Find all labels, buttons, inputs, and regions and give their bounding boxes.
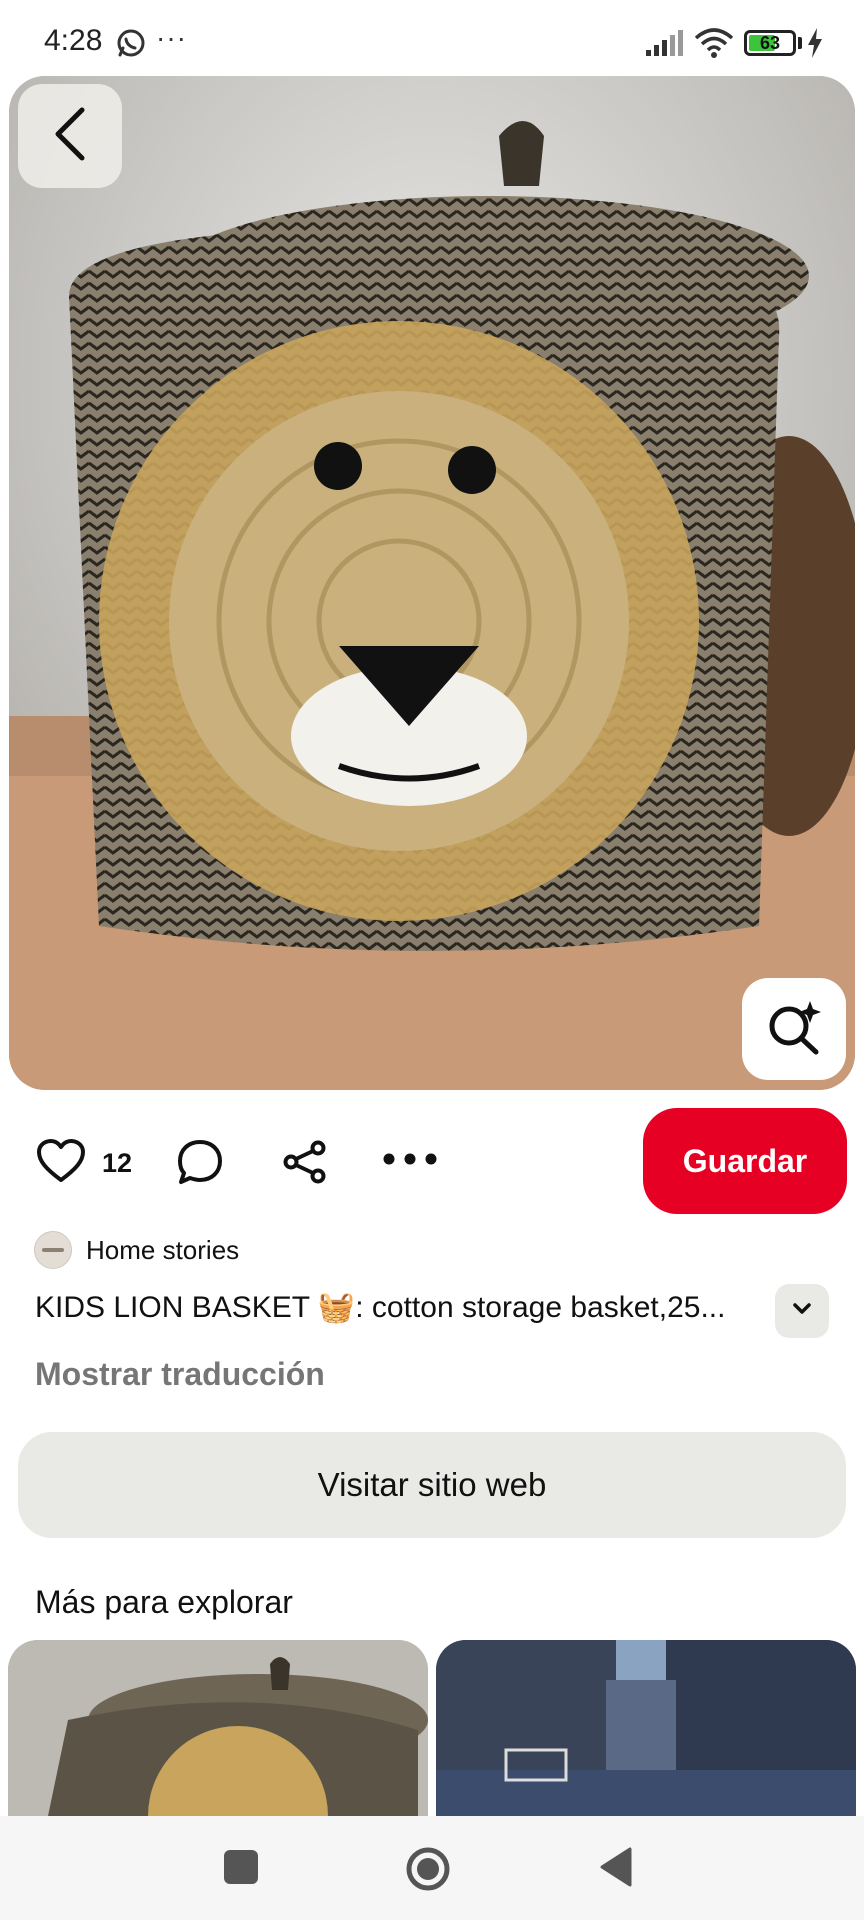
wifi-icon (694, 28, 734, 63)
heart-icon[interactable] (36, 1138, 86, 1189)
pin-image[interactable] (9, 76, 855, 1090)
back-triangle-icon[interactable] (598, 1846, 634, 1893)
show-translation-link[interactable]: Mostrar traducción (35, 1356, 325, 1393)
whatsapp-icon (116, 28, 146, 58)
lion-basket-thumbnail[interactable] (8, 1640, 428, 1816)
like-count: 12 (102, 1148, 133, 1178)
more-to-explore-heading: Más para explorar (35, 1584, 293, 1620)
status-bar: 4:28 ··· 63 (0, 0, 864, 76)
chevron-down-icon (792, 1302, 812, 1321)
pin-title: KIDS LION BASKET 🧺: cotton storage baske… (35, 1291, 726, 1324)
status-more-dots: ··· (156, 22, 187, 53)
status-time: 4:28 (44, 24, 103, 57)
save-button[interactable]: Guardar (643, 1108, 847, 1214)
lion-basket-photo (9, 76, 855, 1090)
pin-action-row: 12 Guardar (0, 1108, 864, 1214)
author-row[interactable]: Home stories (34, 1230, 239, 1270)
visual-search-sparkle-icon (766, 999, 822, 1060)
recents-square-icon[interactable] (224, 1850, 258, 1884)
avatar[interactable] (34, 1231, 72, 1269)
charging-icon (806, 28, 824, 63)
signal-icon (646, 30, 684, 61)
visual-search-button[interactable] (742, 978, 846, 1080)
home-circle-icon[interactable] (405, 1846, 451, 1897)
expand-description-button[interactable] (775, 1284, 829, 1338)
more-icon[interactable] (382, 1152, 438, 1171)
visit-website-button[interactable]: Visitar sitio web (18, 1432, 846, 1538)
share-icon[interactable] (282, 1140, 328, 1189)
city-street-thumbnail[interactable] (436, 1640, 856, 1816)
battery-percent: 63 (759, 33, 781, 53)
system-nav-bar (0, 1816, 864, 1920)
back-arrow-icon (52, 106, 88, 167)
author-name[interactable]: Home stories (86, 1235, 239, 1266)
back-button[interactable] (18, 84, 122, 188)
comment-icon[interactable] (176, 1138, 224, 1191)
battery-cap (798, 37, 802, 49)
